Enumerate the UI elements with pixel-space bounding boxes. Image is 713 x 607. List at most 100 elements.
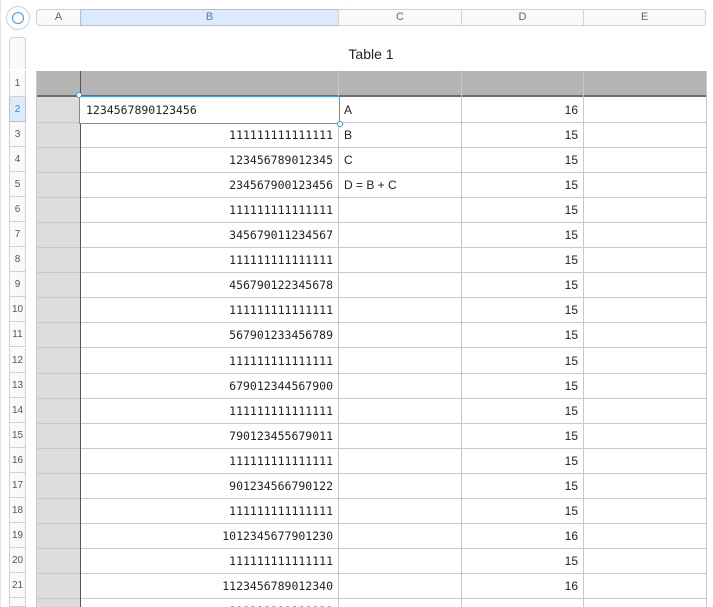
row-header-10[interactable]: 10 xyxy=(9,297,26,323)
cell-b[interactable]: 1123456789012340 xyxy=(81,574,338,598)
row-header-7[interactable]: 7 xyxy=(9,222,26,248)
cell-c[interactable] xyxy=(339,349,461,373)
cell-d[interactable]: 15 xyxy=(462,549,583,573)
cell-d[interactable]: 15 xyxy=(462,223,583,247)
cell-d[interactable]: 15 xyxy=(462,248,583,272)
row-header-15[interactable]: 15 xyxy=(9,422,26,448)
cell-c[interactable] xyxy=(339,248,461,272)
cell-c[interactable] xyxy=(339,374,461,398)
cell-c[interactable] xyxy=(339,549,461,573)
cell-c[interactable]: D = B + C xyxy=(339,173,461,197)
cell-d[interactable]: 15 xyxy=(462,323,583,347)
cell-c[interactable]: C xyxy=(339,148,461,172)
cell-d[interactable]: 15 xyxy=(462,474,583,498)
cell-d[interactable]: 16 xyxy=(462,574,583,598)
row-header-2[interactable]: 2 xyxy=(9,97,26,122)
header-cell-d[interactable] xyxy=(462,71,584,95)
row-header-20[interactable]: 20 xyxy=(9,547,26,573)
row-header-partial[interactable] xyxy=(9,598,26,607)
cell-b[interactable]: 111111111111111 xyxy=(81,123,338,147)
column-header-a[interactable]: A xyxy=(36,9,81,26)
row-header-18[interactable]: 18 xyxy=(9,497,26,523)
cell-b[interactable]: 679012344567900 xyxy=(81,374,338,398)
header-cell-a[interactable] xyxy=(36,71,81,95)
selection-handle-bottom-right[interactable] xyxy=(337,121,343,127)
cell-b[interactable]: 111111111111111 xyxy=(81,399,338,423)
cell-c[interactable] xyxy=(339,223,461,247)
cell-d[interactable]: 15 xyxy=(462,374,583,398)
row-header-4[interactable]: 4 xyxy=(9,147,26,173)
cell-c[interactable] xyxy=(339,399,461,423)
row-header-6[interactable]: 6 xyxy=(9,197,26,223)
cell-b[interactable]: 567901233456789 xyxy=(81,323,338,347)
cell-d[interactable]: 15 xyxy=(462,424,583,448)
cell-c[interactable] xyxy=(339,198,461,222)
cell-c[interactable] xyxy=(339,424,461,448)
cell-b[interactable]: 901234566790122 xyxy=(81,474,338,498)
cell-b[interactable]: 111111111111111 xyxy=(81,449,338,473)
row-header-1[interactable]: 1 xyxy=(9,71,26,97)
cell-d[interactable]: 15 xyxy=(462,123,583,147)
cell-c[interactable]: A xyxy=(339,98,461,122)
row-header-3[interactable]: 3 xyxy=(9,122,26,148)
cell-b-partial[interactable]: 111111111111111 xyxy=(81,599,338,607)
cell-b[interactable]: 790123455679011 xyxy=(81,424,338,448)
cell-d[interactable]: 15 xyxy=(462,198,583,222)
row-header-11[interactable]: 11 xyxy=(9,322,26,348)
cell-d[interactable]: 15 xyxy=(462,148,583,172)
header-column-divider xyxy=(80,71,81,607)
selected-cell-value[interactable]: 1234567890123456 xyxy=(80,98,336,122)
cell-c[interactable] xyxy=(339,449,461,473)
cell-d[interactable]: 15 xyxy=(462,399,583,423)
selection-handle-top-left[interactable] xyxy=(76,92,82,98)
cell-b[interactable]: 234567900123456 xyxy=(81,173,338,197)
cell-c[interactable] xyxy=(339,474,461,498)
cell-d[interactable]: 15 xyxy=(462,298,583,322)
cell-b[interactable]: 111111111111111 xyxy=(81,349,338,373)
row-header-9[interactable]: 9 xyxy=(9,272,26,298)
column-header-d[interactable]: D xyxy=(461,9,584,26)
cell-b[interactable]: 111111111111111 xyxy=(81,549,338,573)
cell-c[interactable] xyxy=(339,499,461,523)
cell-c[interactable] xyxy=(339,574,461,598)
cell-c[interactable]: B xyxy=(339,123,461,147)
row-header-top xyxy=(9,37,26,69)
header-column-fill xyxy=(36,97,80,607)
cell-c[interactable] xyxy=(339,298,461,322)
cell-c[interactable] xyxy=(339,323,461,347)
cell-d[interactable]: 15 xyxy=(462,349,583,373)
row-header-19[interactable]: 19 xyxy=(9,522,26,548)
cell-b[interactable]: 111111111111111 xyxy=(81,248,338,272)
row-header-5[interactable]: 5 xyxy=(9,172,26,198)
cell-d[interactable]: 16 xyxy=(462,524,583,548)
cell-b[interactable]: 111111111111111 xyxy=(81,198,338,222)
row-header-12[interactable]: 12 xyxy=(9,347,26,373)
cell-d[interactable]: 15 xyxy=(462,173,583,197)
row-header-14[interactable]: 14 xyxy=(9,397,26,423)
row-header-21[interactable]: 21 xyxy=(9,572,26,598)
cell-b[interactable]: 456790122345678 xyxy=(81,273,338,297)
row-header-16[interactable]: 16 xyxy=(9,447,26,473)
cell-d[interactable]: 15 xyxy=(462,449,583,473)
cell-d[interactable]: 16 xyxy=(462,98,583,122)
cell-d[interactable]: 15 xyxy=(462,273,583,297)
cell-b[interactable]: 123456789012345 xyxy=(81,148,338,172)
cell-c[interactable] xyxy=(339,273,461,297)
column-header-c[interactable]: C xyxy=(338,9,462,26)
header-cell-c[interactable] xyxy=(339,71,462,95)
header-cell-b[interactable] xyxy=(81,71,339,95)
row-header-8[interactable]: 8 xyxy=(9,247,26,273)
row-header-17[interactable]: 17 xyxy=(9,472,26,498)
table-title[interactable]: Table 1 xyxy=(36,46,706,62)
cell-b[interactable]: 1012345677901230 xyxy=(81,524,338,548)
select-all-button[interactable] xyxy=(6,6,30,30)
row-header-13[interactable]: 13 xyxy=(9,372,26,398)
cell-b[interactable]: 111111111111111 xyxy=(81,298,338,322)
column-header-e[interactable]: E xyxy=(583,9,706,26)
cell-b[interactable]: 345679011234567 xyxy=(81,223,338,247)
cell-c[interactable] xyxy=(339,524,461,548)
cell-b[interactable]: 111111111111111 xyxy=(81,499,338,523)
cell-d[interactable]: 15 xyxy=(462,499,583,523)
column-header-b[interactable]: B xyxy=(80,9,339,26)
selected-cell-b2[interactable]: 1234567890123456 xyxy=(79,96,340,124)
